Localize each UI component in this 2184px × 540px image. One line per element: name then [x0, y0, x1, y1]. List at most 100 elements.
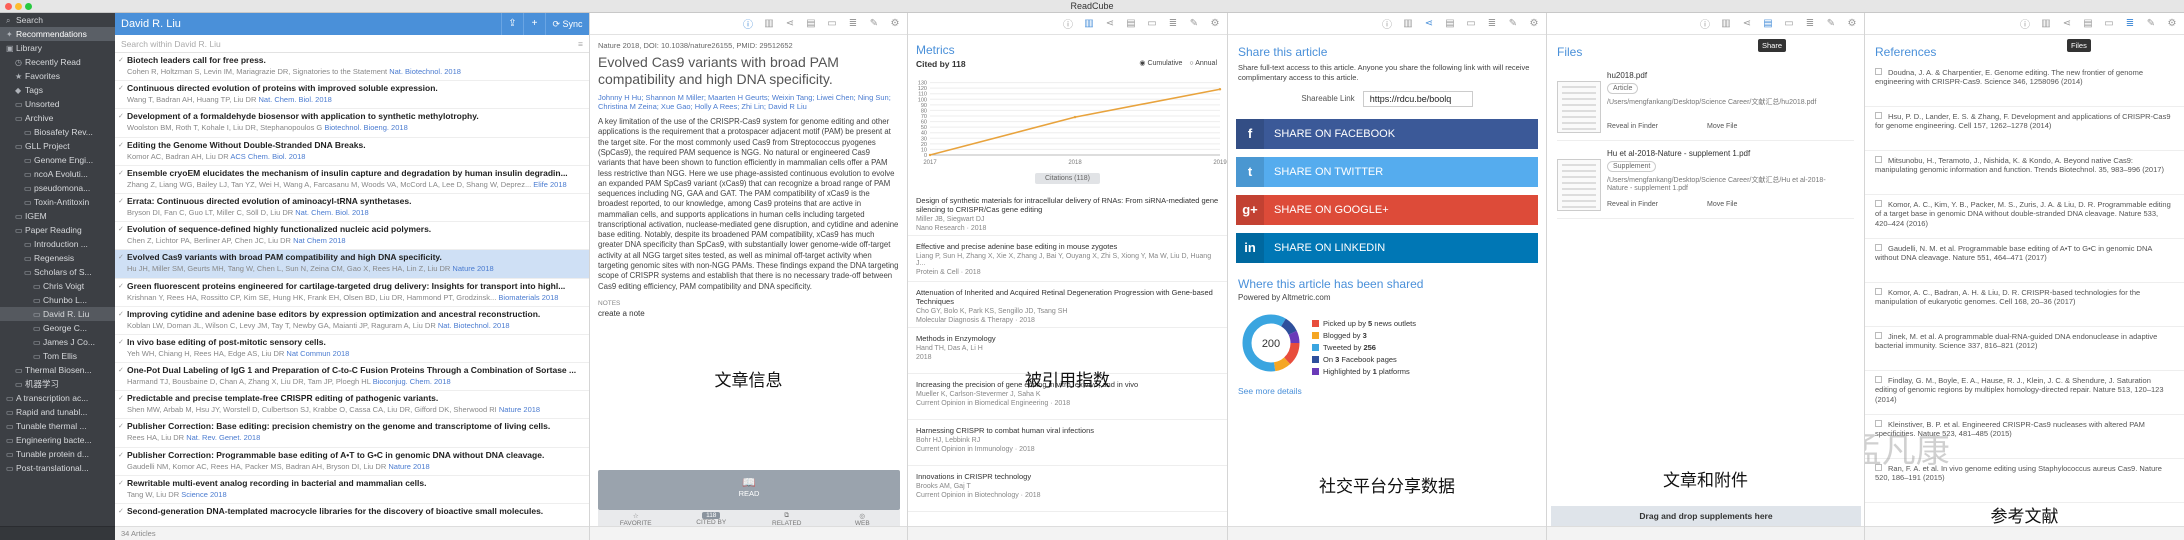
metrics-icon[interactable]: ▥ [1083, 18, 1095, 29]
sidebar-item[interactable]: ▭ Tunable thermal ... [0, 419, 115, 433]
list-search-input[interactable]: Search within David R. Liu ≡ [115, 35, 589, 53]
sidebar-item[interactable]: ⌕ Search [0, 13, 115, 27]
sidebar-item[interactable]: ▭ Toxin-Antitoxin [0, 195, 115, 209]
list-icon[interactable]: ≣ [1167, 18, 1179, 29]
pdf-thumbnail[interactable] [1557, 81, 1601, 133]
close-window-button[interactable] [5, 3, 12, 10]
metrics-icon[interactable]: ▥ [1402, 18, 1414, 29]
edit-icon[interactable]: ✎ [1507, 18, 1519, 29]
reference-checkbox[interactable] [1875, 288, 1882, 295]
article-row[interactable]: ✓ Development of a formaldehyde biosensor… [115, 109, 589, 138]
article-row[interactable]: ✓ Editing the Genome Without Double-Stran… [115, 138, 589, 166]
sidebar-item[interactable]: ▭ Scholars of S... [0, 265, 115, 279]
list-icon[interactable]: ≣ [1486, 18, 1498, 29]
settings-icon[interactable]: ⚙ [2166, 18, 2178, 29]
list-icon[interactable]: ≣ [2124, 18, 2136, 29]
reference-checkbox[interactable] [1875, 244, 1882, 251]
article-row[interactable]: ✓ Ensemble cryoEM elucidates the mechanis… [115, 166, 589, 194]
share-icon[interactable]: ⋖ [1423, 18, 1435, 29]
metrics-icon[interactable]: ▥ [763, 18, 775, 29]
maximize-window-button[interactable] [25, 3, 32, 10]
article-row[interactable]: ✓ Errata: Continuous directed evolution o… [115, 194, 589, 223]
altmetric-donut[interactable]: 200 [1240, 312, 1302, 374]
share-icon[interactable]: ⋖ [2061, 18, 2073, 29]
reference-checkbox[interactable] [1875, 200, 1882, 207]
add-icon[interactable]: + [523, 13, 545, 35]
metrics-icon[interactable]: ▥ [2040, 18, 2052, 29]
citations-button[interactable]: Citations (118) [1034, 173, 1100, 184]
citing-article[interactable]: Effective and precise adenine base editi… [908, 236, 1227, 282]
files-icon[interactable]: ▤ [1125, 18, 1137, 29]
sidebar-item[interactable]: ▭ David R. Liu [0, 307, 115, 321]
article-authors[interactable]: Johnny H Hu; Shannon M Miller; Maarten H… [598, 93, 899, 113]
article-row[interactable]: ✓ One-Pot Dual Labeling of IgG 1 and Prep… [115, 363, 589, 392]
article-row[interactable]: ✓ Rewritable multi-event analog recording… [115, 476, 589, 504]
see-more-link[interactable]: See more details [1228, 386, 1546, 396]
minimize-window-button[interactable] [15, 3, 22, 10]
comment-icon[interactable]: ▭ [1146, 18, 1158, 29]
sidebar-item[interactable]: ▭ Introduction ... [0, 237, 115, 251]
settings-icon[interactable]: ⚙ [1846, 18, 1858, 29]
metrics-icon[interactable]: ▥ [1720, 18, 1732, 29]
share-icon[interactable]: ⋖ [784, 18, 796, 29]
sidebar-item[interactable]: ▭ Biosafety Rev... [0, 125, 115, 139]
list-icon[interactable]: ≣ [1804, 18, 1816, 29]
citing-article[interactable]: Attenuation of Inherited and Acquired Re… [908, 282, 1227, 328]
article-row[interactable]: ✓ Publisher Correction: Programmable base… [115, 448, 589, 476]
reference-item[interactable]: Mitsunobu, H., Teramoto, J., Nishida, K.… [1865, 151, 2184, 195]
share-icon[interactable]: ⋖ [1104, 18, 1116, 29]
reference-item[interactable]: Komor, A. C., Kim, Y. B., Packer, M. S.,… [1865, 195, 2184, 239]
sidebar-item[interactable]: ▭ Archive [0, 111, 115, 125]
sidebar-item[interactable]: ▭ Chunbo L... [0, 293, 115, 307]
file-item[interactable]: hu2018.pdf Article/Users/mengfankang/Desk… [1557, 71, 1854, 141]
edit-icon[interactable]: ✎ [1188, 18, 1200, 29]
comment-icon[interactable]: ▭ [1783, 18, 1795, 29]
sidebar-item[interactable]: ▭ Regenesis [0, 251, 115, 265]
article-row[interactable]: ✓ Evolved Cas9 variants with broad PAM co… [115, 250, 589, 279]
reveal-in-finder-link[interactable]: Reveal in Finder [1607, 201, 1658, 208]
reference-checkbox[interactable] [1875, 332, 1882, 339]
reference-item[interactable]: Hsu, P. D., Lander, E. S. & Zhang, F. De… [1865, 107, 2184, 151]
comment-icon[interactable]: ▭ [826, 18, 838, 29]
sidebar-item[interactable]: ▭ Thermal Biosen... [0, 363, 115, 377]
reference-item[interactable]: Komor, A. C., Badran, A. H. & Liu, D. R.… [1865, 283, 2184, 327]
sidebar-item[interactable]: ▭ ncoA Evoluti... [0, 167, 115, 181]
files-icon[interactable]: ▤ [2082, 18, 2094, 29]
reference-checkbox[interactable] [1875, 156, 1882, 163]
drop-zone[interactable]: Drag and drop supplements here [1551, 506, 1861, 526]
move-file-link[interactable]: Move File [1707, 201, 1737, 208]
sidebar-item[interactable]: ▭ Paper Reading [0, 223, 115, 237]
sidebar-item[interactable]: ▭ Genome Engi... [0, 153, 115, 167]
sidebar-item[interactable]: ▭ IGEM [0, 209, 115, 223]
file-item[interactable]: Hu et al-2018-Nature - supplement 1.pdf S… [1557, 149, 1854, 219]
sidebar-item[interactable]: ▭ Unsorted [0, 97, 115, 111]
info-icon[interactable]: ⓘ [742, 16, 754, 31]
reference-checkbox[interactable] [1875, 68, 1882, 75]
sidebar-item[interactable]: ★ Favorites [0, 69, 115, 83]
sidebar-item[interactable]: ▭ Rapid and tunabl... [0, 405, 115, 419]
sidebar-item[interactable]: ▭ George C... [0, 321, 115, 335]
info-icon[interactable]: ⓘ [1062, 16, 1074, 31]
share-button[interactable]: f SHARE ON FACEBOOK [1236, 118, 1538, 149]
citing-article[interactable]: Design of synthetic materials for intrac… [908, 190, 1227, 236]
pdf-thumbnail[interactable] [1557, 159, 1601, 211]
create-note-input[interactable]: create a note [598, 309, 899, 318]
files-icon[interactable]: ▤ [805, 18, 817, 29]
edit-icon[interactable]: ✎ [2145, 18, 2157, 29]
list-icon[interactable]: ≣ [847, 18, 859, 29]
sidebar-item[interactable]: ▭ 机器学习 [0, 377, 115, 391]
sync-button[interactable]: ⟳ Sync [545, 13, 589, 35]
citing-article[interactable]: Innovations in CRISPR technology Brooks A… [908, 466, 1227, 512]
settings-icon[interactable]: ⚙ [1209, 18, 1221, 29]
article-row[interactable]: ✓ Predictable and precise template-free C… [115, 391, 589, 420]
article-row[interactable]: ✓ Biotech leaders call for free press. Coh… [115, 53, 589, 82]
reference-item[interactable]: Doudna, J. A. & Charpentier, E. Genome e… [1865, 63, 2184, 107]
reference-item[interactable]: Gaudelli, N. M. et al. Programmable base… [1865, 239, 2184, 283]
sidebar-item[interactable]: ◷ Recently Read [0, 55, 115, 69]
sidebar-item[interactable]: ▭ pseudomona... [0, 181, 115, 195]
sidebar-item[interactable]: ▭ Tom Ellis [0, 349, 115, 363]
article-row[interactable]: ✓ Evolution of sequence-defined highly fu… [115, 222, 589, 251]
move-file-link[interactable]: Move File [1707, 123, 1737, 130]
annual-radio[interactable]: ○ Annual [1189, 60, 1217, 67]
article-row[interactable]: ✓ Improving cytidine and adenine base edi… [115, 307, 589, 335]
